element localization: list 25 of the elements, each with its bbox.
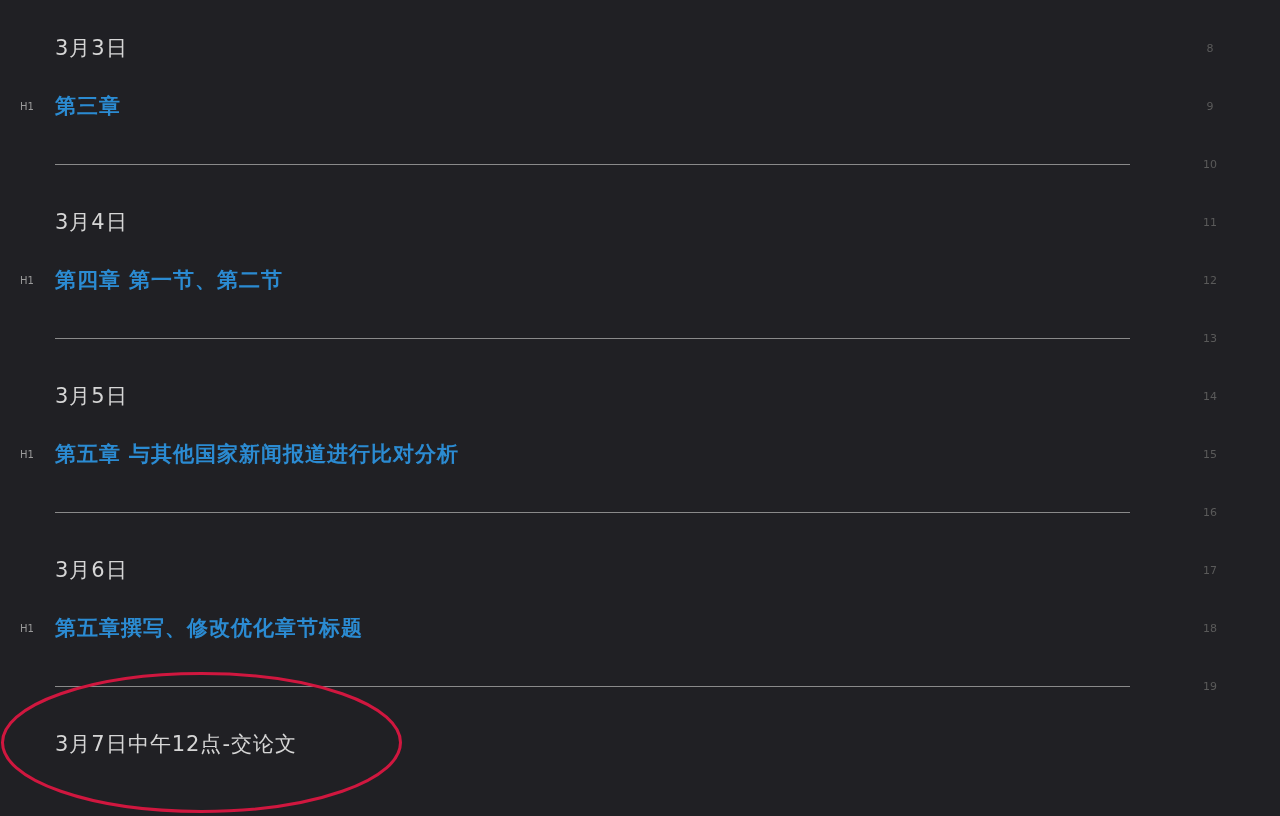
- heading-text: 第四章 第一节、第二节: [55, 267, 284, 294]
- heading-marker: H1: [19, 622, 35, 634]
- date-text: 3月5日: [55, 383, 128, 410]
- line-number: 8: [1205, 41, 1214, 55]
- date-text: 3月6日: [55, 557, 128, 584]
- heading-text: 第五章撰写、修改优化章节标题: [55, 615, 363, 642]
- line-number: 16: [1202, 505, 1217, 519]
- line-number: 9: [1205, 99, 1214, 113]
- line-number: 13: [1202, 331, 1217, 345]
- date-text: 3月7日中午12点-交论文: [55, 731, 298, 758]
- line-number: 10: [1202, 157, 1217, 171]
- date-text: 3月4日: [55, 209, 128, 236]
- line-number: 14: [1202, 389, 1217, 403]
- line-number: 12: [1202, 273, 1217, 287]
- line-number: 17: [1202, 563, 1217, 577]
- line-number: 18: [1202, 621, 1217, 635]
- heading-text: 第三章: [55, 93, 121, 120]
- date-text: 3月3日: [55, 35, 128, 62]
- heading-marker: H1: [19, 100, 35, 112]
- line-number: 11: [1202, 215, 1217, 229]
- line-number: 19: [1202, 679, 1217, 693]
- heading-text: 第五章 与其他国家新闻报道进行比对分析: [55, 441, 460, 468]
- heading-marker: H1: [19, 448, 35, 460]
- line-number: 15: [1202, 447, 1217, 461]
- heading-marker: H1: [19, 274, 35, 286]
